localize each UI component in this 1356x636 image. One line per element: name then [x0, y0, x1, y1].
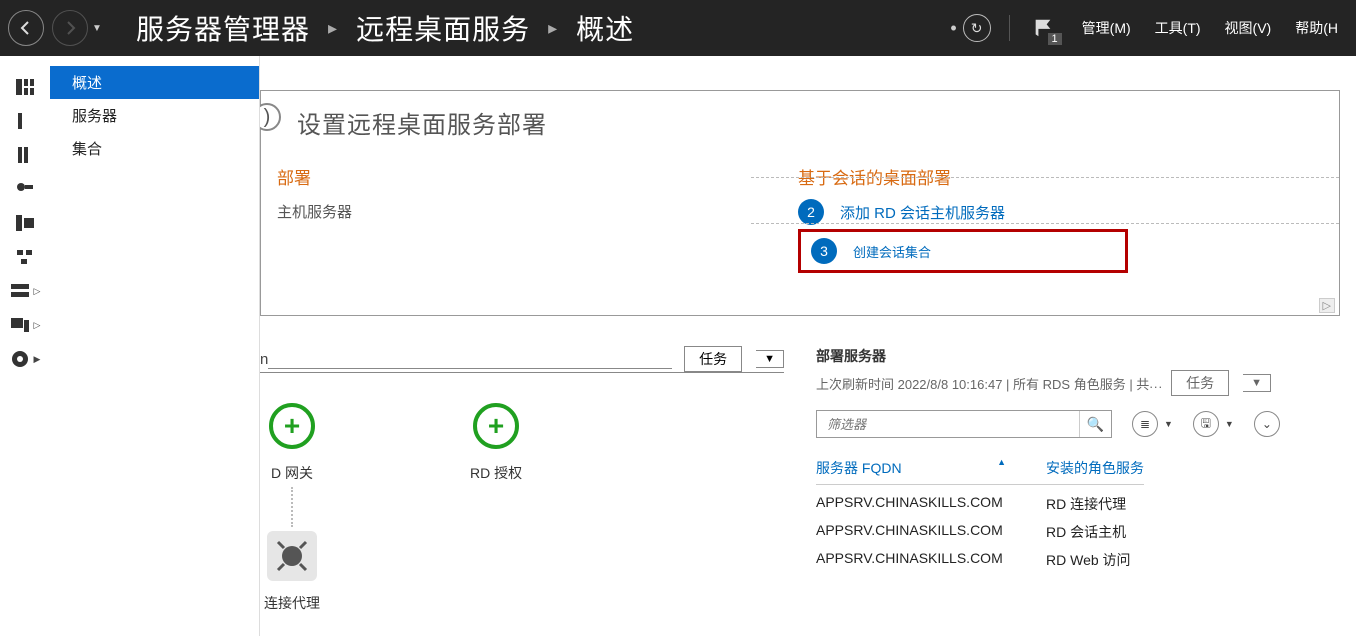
filter-input[interactable]	[817, 411, 1079, 437]
expand-button[interactable]: ⌄	[1254, 411, 1280, 437]
cell-fqdn: APPSRV.CHINASKILLS.COM	[816, 494, 1046, 514]
add-icon: +	[473, 403, 519, 449]
expand-icon[interactable]: ▷	[34, 286, 41, 297]
nav-history-dropdown[interactable]: ▼	[88, 23, 106, 34]
main-area: ) 设置远程桌面服务部署 部署 主机服务器 基于会话的桌面部署 2 添加 RD …	[260, 56, 1356, 636]
menu-tools[interactable]: 工具(T)	[1143, 0, 1213, 56]
rail-all-icon[interactable]	[15, 146, 35, 164]
nav-forward-button	[52, 10, 88, 46]
col-fqdn[interactable]: 服务器 FQDN	[816, 458, 1046, 485]
cell-role: RD 会话主机	[1046, 522, 1126, 542]
side-nav: 概述 服务器 集合	[50, 56, 260, 636]
sidenav-servers[interactable]: 服务器	[50, 99, 259, 132]
rd-gateway-tile[interactable]: + D 网关 连接代理	[264, 403, 320, 613]
col-roles[interactable]: 安装的角色服务	[1046, 458, 1144, 485]
rail-net-icon[interactable]	[15, 248, 35, 266]
menu-view[interactable]: 视图(V)	[1213, 0, 1284, 56]
step-3-label: 创建会话集合	[853, 242, 931, 261]
topbar: ▼ 服务器管理器 ▸ 远程桌面服务 ▸ 概述 • ↻ 1 管理(M) 工具(T)…	[0, 0, 1356, 56]
list-view-button[interactable]: ≣	[1132, 411, 1158, 437]
left-heading: 部署	[277, 164, 798, 189]
nav-back-button[interactable]	[8, 10, 44, 46]
tasks-dropdown[interactable]: 任务 ▼	[1171, 370, 1271, 396]
sidenav-overview[interactable]: 概述	[50, 66, 259, 99]
table-row[interactable]: APPSRV.CHINASKILLS.COM RD Web 访问	[816, 550, 1340, 570]
notifications-badge: 1	[1048, 33, 1062, 45]
expand-icon[interactable]: ▷	[34, 320, 41, 331]
caret-icon: ▸	[328, 18, 338, 39]
rail-cert-icon[interactable]	[15, 180, 35, 198]
deployment-servers-pane: 部署服务器 上次刷新时间 2022/8/8 10:16:47 | 所有 RDS …	[816, 346, 1340, 636]
rail-iis-icon[interactable]	[10, 316, 30, 334]
pane-head-char: n	[260, 351, 268, 368]
cell-fqdn: APPSRV.CHINASKILLS.COM	[816, 522, 1046, 542]
deployment-overview-pane: n 任务 ▼ + D 网关 连接代理	[260, 346, 784, 636]
cell-role: RD 连接代理	[1046, 494, 1126, 514]
dash-icon: •	[950, 18, 956, 39]
servers-subtitle: 上次刷新时间 2022/8/8 10:16:47 | 所有 RDS 角色服务 |…	[816, 374, 1149, 393]
connector-line	[291, 487, 293, 527]
step-number-2: 2	[798, 199, 824, 225]
cell-fqdn: APPSRV.CHINASKILLS.COM	[816, 550, 1046, 570]
add-icon: +	[269, 403, 315, 449]
step-add-session-host[interactable]: 2 添加 RD 会话主机服务器	[798, 199, 1319, 225]
step-create-session-collection[interactable]: 3 创建会话集合	[798, 229, 1128, 273]
chevron-down-icon: ▼	[1243, 374, 1271, 392]
cell-role: RD Web 访问	[1046, 550, 1131, 570]
broker-label: 连接代理	[264, 595, 320, 611]
rail-storage-icon[interactable]	[10, 282, 30, 300]
search-icon[interactable]: 🔍	[1079, 411, 1111, 437]
menu-manage[interactable]: 管理(M)	[1070, 0, 1143, 56]
tasks-dropdown[interactable]: 任务 ▼	[684, 346, 784, 372]
divider	[751, 177, 1339, 178]
license-label: RD 授权	[470, 465, 522, 481]
tasks-label: 任务	[684, 346, 742, 372]
step-2-label: 添加 RD 会话主机服务器	[840, 202, 1005, 223]
caret-icon: ▸	[548, 18, 558, 39]
icon-rail: ▷ ▷ ▶	[0, 56, 50, 636]
menu-help[interactable]: 帮助(H	[1283, 0, 1350, 56]
rail-dashboard-icon[interactable]	[15, 78, 35, 96]
breadcrumb-1[interactable]: 远程桌面服务	[356, 8, 530, 48]
filter-box[interactable]: 🔍	[816, 410, 1112, 438]
top-right-controls: • ↻ 1 管理(M) 工具(T) 视图(V) 帮助(H	[938, 0, 1356, 56]
save-query-button[interactable]: 🖫	[1193, 411, 1219, 437]
separator	[1009, 15, 1010, 41]
rail-local-icon[interactable]	[15, 112, 35, 130]
scroll-right-icon[interactable]: ▷	[1319, 298, 1335, 313]
step-number-3: 3	[811, 238, 837, 264]
divider	[751, 223, 1339, 224]
setup-title: 设置远程桌面服务部署	[275, 105, 1319, 140]
ellipsis: ...	[1149, 376, 1163, 391]
refresh-button[interactable]: ↻	[963, 14, 991, 42]
connection-broker-icon[interactable]	[267, 531, 317, 581]
expand-icon[interactable]: ▶	[34, 354, 41, 365]
servers-table: 服务器 FQDN 安装的角色服务 APPSRV.CHINASKILLS.COM …	[816, 458, 1340, 570]
gateway-label: D 网关	[271, 465, 313, 481]
breadcrumb-2[interactable]: 概述	[576, 8, 634, 48]
left-subtext: 主机服务器	[277, 201, 798, 222]
setup-panel: ) 设置远程桌面服务部署 部署 主机服务器 基于会话的桌面部署 2 添加 RD …	[260, 90, 1340, 316]
table-row[interactable]: APPSRV.CHINASKILLS.COM RD 连接代理	[816, 494, 1340, 514]
chevron-down-icon[interactable]: ▼	[1225, 419, 1234, 429]
tasks-label: 任务	[1171, 370, 1229, 396]
notifications-button[interactable]: 1	[1028, 13, 1058, 43]
sidenav-collections[interactable]: 集合	[50, 132, 259, 165]
servers-title: 部署服务器	[816, 346, 1340, 366]
breadcrumb-0[interactable]: 服务器管理器	[136, 8, 310, 48]
breadcrumb: 服务器管理器 ▸ 远程桌面服务 ▸ 概述	[106, 8, 634, 48]
table-row[interactable]: APPSRV.CHINASKILLS.COM RD 会话主机	[816, 522, 1340, 542]
rail-rds-icon[interactable]	[10, 350, 30, 368]
rd-licensing-tile[interactable]: + RD 授权	[470, 403, 522, 613]
rail-file-icon[interactable]	[15, 214, 35, 232]
chevron-down-icon: ▼	[756, 350, 784, 368]
chevron-down-icon[interactable]: ▼	[1164, 419, 1173, 429]
